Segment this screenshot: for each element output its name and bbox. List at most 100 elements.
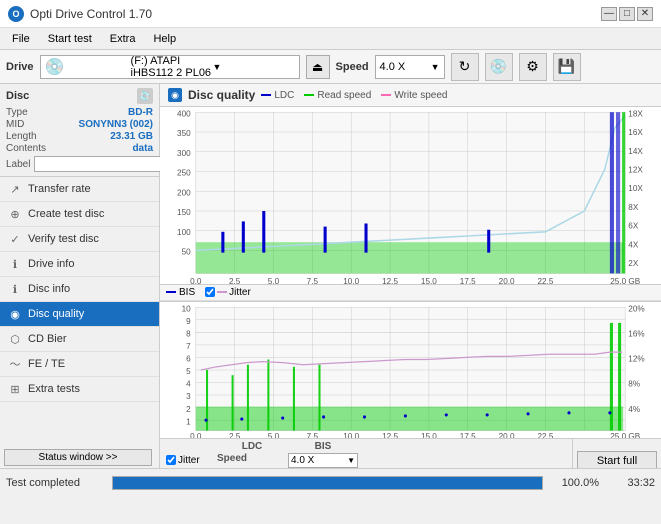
eject-icon: ⏏ [312,60,323,74]
sidebar-item-transfer-rate[interactable]: ↗ Transfer rate [0,177,159,202]
svg-text:2: 2 [186,405,191,414]
sidebar-item-drive-info-label: Drive info [28,258,74,270]
sidebar-item-disc-info[interactable]: ℹ Disc info [0,277,159,302]
create-test-disc-icon: ⊕ [8,207,22,221]
svg-text:22.5: 22.5 [538,432,554,438]
svg-text:4%: 4% [628,405,640,414]
legend-jitter: Jitter [205,287,251,298]
sidebar-item-transfer-rate-label: Transfer rate [28,183,91,195]
upper-chart-svg: 400 350 300 250 200 150 100 50 18X 16X 1… [160,107,661,284]
svg-text:10.0: 10.0 [343,432,359,438]
drive-icon: 💿 [45,57,127,77]
svg-text:5.0: 5.0 [268,277,280,284]
svg-text:9: 9 [186,317,191,326]
svg-text:10: 10 [182,304,191,313]
svg-text:10.0: 10.0 [343,277,359,284]
minimize-button[interactable]: — [601,7,617,21]
sidebar-item-fe-te[interactable]: 〜 FE / TE [0,352,159,377]
maximize-button[interactable]: □ [619,7,635,21]
menu-file[interactable]: File [4,31,38,47]
drive-dropdown-arrow: ▼ [213,62,295,72]
lower-chart-header: BIS Jitter [160,285,661,302]
close-button[interactable]: ✕ [637,7,653,21]
speed-dropdown-arrow: ▼ [431,62,440,72]
eject-button[interactable]: ⏏ [306,55,330,79]
speed-selector[interactable]: 4.0 X ▼ [375,55,445,79]
bis-legend-dot [166,291,176,293]
svg-text:3: 3 [186,392,191,401]
extra-tests-icon: ⊞ [8,382,22,396]
start-full-button[interactable]: Start full [577,451,657,468]
svg-text:2.5: 2.5 [229,432,241,438]
disc-contents-value: data [132,143,153,154]
content-title: Disc quality [188,88,255,102]
svg-text:8X: 8X [628,203,638,212]
sidebar-item-drive-info[interactable]: ℹ Drive info [0,252,159,277]
refresh-icon: ↻ [459,58,471,75]
disc-length-row: Length 23.31 GB [6,131,153,142]
svg-text:18X: 18X [628,109,643,118]
sidebar-item-verify-test-disc[interactable]: ✓ Verify test disc [0,227,159,252]
stat-speed-selector[interactable]: 4.0 X ▼ [288,453,358,468]
settings-button[interactable]: ⚙ [519,53,547,81]
stat-header-empty [166,441,216,452]
drive-selector[interactable]: 💿 (F:) ATAPI iHBS112 2 PL06 ▼ [40,55,300,79]
disc-label-input[interactable] [34,156,172,172]
ldc-legend-dot [261,94,271,96]
svg-text:0.0: 0.0 [190,432,202,438]
sidebar-item-create-test-disc[interactable]: ⊕ Create test disc [0,202,159,227]
drive-value: (F:) ATAPI iHBS112 2 PL06 [131,55,213,79]
svg-text:4: 4 [186,379,191,388]
svg-text:25.0 GB: 25.0 GB [610,432,640,438]
sidebar-item-disc-quality[interactable]: ◉ Disc quality [0,302,159,327]
sidebar-item-cd-bier[interactable]: ⬡ CD Bier [0,327,159,352]
upper-chart: 400 350 300 250 200 150 100 50 18X 16X 1… [160,107,661,285]
svg-text:350: 350 [177,129,191,138]
jitter-checkbox[interactable] [205,287,215,297]
svg-text:200: 200 [177,188,191,197]
disc-quality-icon: ◉ [8,307,22,321]
svg-text:16%: 16% [628,329,645,338]
disc-mid-value: SONYNN3 (002) [79,119,153,130]
svg-text:7.5: 7.5 [307,432,319,438]
svg-text:10X: 10X [628,184,643,193]
svg-text:7.5: 7.5 [307,277,319,284]
menu-help[interactable]: Help [145,31,184,47]
verify-test-disc-icon: ✓ [8,232,22,246]
content-area: ◉ Disc quality LDC Read speed Write spee… [160,84,661,468]
upper-chart-legend: LDC Read speed Write speed [261,90,447,101]
titlebar-controls: — □ ✕ [601,7,653,21]
save-button[interactable]: 💾 [553,53,581,81]
stat-header-speed: Speed [217,453,287,468]
read-legend-dot [304,94,314,96]
refresh-button[interactable]: ↻ [451,53,479,81]
svg-text:12.5: 12.5 [382,277,398,284]
svg-text:100: 100 [177,228,191,237]
progress-bar [112,476,543,490]
svg-text:14X: 14X [628,147,643,156]
svg-text:20.0: 20.0 [499,277,515,284]
speed-value: 4.0 X [380,61,406,73]
disc-button[interactable]: 💿 [485,53,513,81]
jitter-header-label: Jitter [178,455,200,466]
svg-text:12%: 12% [628,354,645,363]
disc-info-icon: ℹ [8,282,22,296]
drive-label: Drive [6,61,34,73]
svg-text:22.5: 22.5 [538,277,554,284]
disc-panel-title: Disc [6,90,29,102]
transfer-rate-icon: ↗ [8,182,22,196]
disc-length-value: 23.31 GB [110,131,153,142]
menu-start-test[interactable]: Start test [40,31,100,47]
svg-text:0.0: 0.0 [190,277,202,284]
status-window-button[interactable]: Status window >> [4,449,152,466]
sidebar-item-cd-bier-label: CD Bier [28,333,67,345]
stat-header-bis: BIS [288,441,358,452]
svg-text:8%: 8% [628,379,640,388]
app-logo: O [8,6,24,22]
svg-text:1: 1 [186,417,191,426]
jitter-stats-checkbox[interactable] [166,455,176,465]
menu-extra[interactable]: Extra [102,31,144,47]
disc-icon: 💿 [490,58,507,75]
disc-panel-header: Disc 💿 [6,88,153,104]
sidebar-item-extra-tests[interactable]: ⊞ Extra tests [0,377,159,402]
